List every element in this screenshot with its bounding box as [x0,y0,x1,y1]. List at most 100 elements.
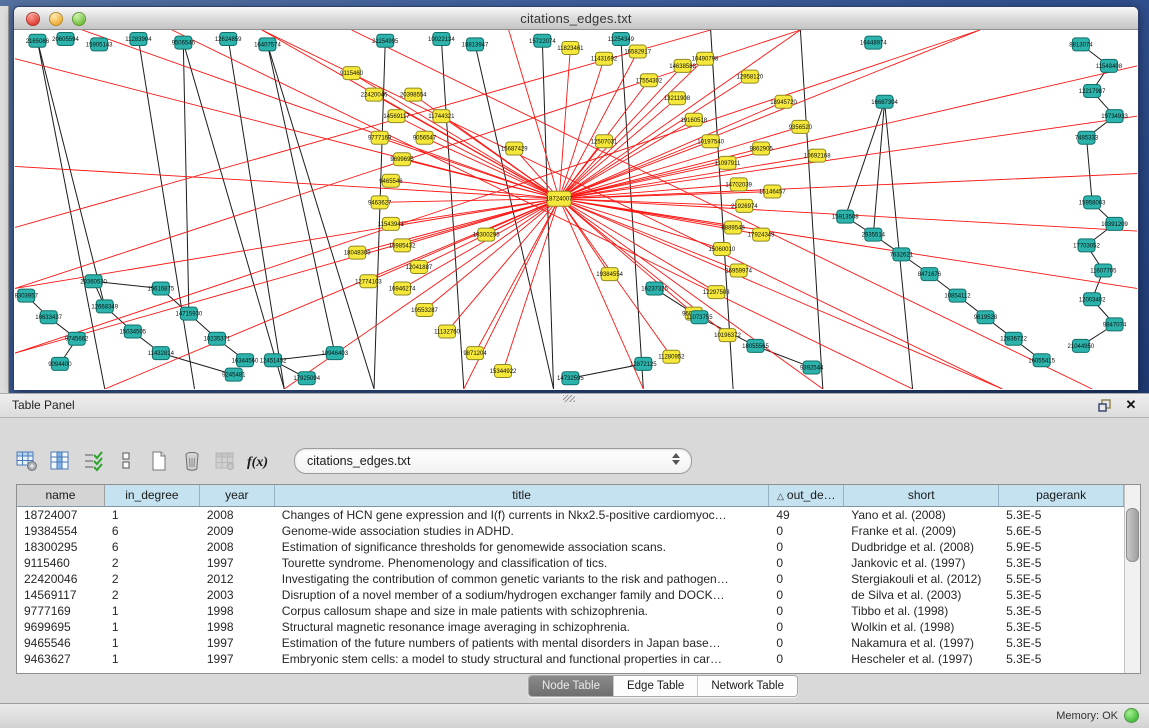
graph-node-label: 16687304 [871,100,898,106]
float-panel-button[interactable] [1097,397,1113,413]
cell: 0 [769,555,844,571]
table-row[interactable]: 946362711997Embryonic stem cells: a mode… [17,651,1124,667]
function-builder-icon: f(x) [245,450,271,472]
panel-splitter-grip[interactable] [563,395,575,402]
graph-node-label: 10692168 [804,154,831,160]
graph-node-label: 21926974 [731,204,758,210]
cell: 5.3E-5 [999,555,1124,571]
vertical-scrollbar[interactable] [1124,485,1140,673]
graph-node-label: 16959974 [725,269,752,275]
column-header-in_degree[interactable]: in_degree [105,485,200,506]
window-title: citations_edges.txt [14,11,1138,26]
column-checklist-icon [82,450,104,472]
column-header-title[interactable]: title [275,485,770,506]
graph-edge [82,30,559,199]
column-checklist-button[interactable] [80,448,106,474]
tab-network-table[interactable]: Network Table [698,676,797,696]
graph-node-label: 19384554 [596,272,623,278]
graph-node-label: 11280952 [658,355,685,361]
graph-edge [559,199,1002,389]
table-row[interactable]: 1456911722003Disruption of a novel membe… [17,587,1124,603]
cell: Wolkin et al. (1998) [844,619,999,635]
graph-node-label: 15905143 [86,42,113,48]
graph-node-label: 11432814 [148,351,175,357]
cell: 0 [769,571,844,587]
column-header-short[interactable]: short [844,485,999,506]
graph-node-label: 11548408 [1096,64,1123,70]
table-row[interactable]: 1830029562008Estimation of significance … [17,539,1124,555]
cell: 2012 [200,571,275,587]
delete-columns-button[interactable] [179,448,205,474]
table-row[interactable]: 1872400712008Changes of HCN gene express… [17,507,1124,523]
table-row[interactable]: 2242004622012Investigating the contribut… [17,571,1124,587]
graph-node-label: 12041887 [406,265,433,271]
cell: 0 [769,539,844,555]
graph-edge [402,199,559,289]
graph-node-label: 15722074 [529,39,556,45]
table-body: 1872400712008Changes of HCN gene express… [17,507,1124,667]
graph-node-label: 12003402 [1079,297,1106,303]
network-table-select[interactable]: citations_edges.txt [294,448,692,474]
cell: Stergiakouli et al. (2012) [844,571,999,587]
table-row[interactable]: 969969511998Structural magnetic resonanc… [17,619,1124,635]
graph-node-label: 9862905 [749,146,773,152]
row-height-button[interactable] [113,448,139,474]
graph-edge [559,77,750,199]
table-mode-button[interactable] [14,448,40,474]
close-panel-button[interactable]: ✕ [1123,397,1139,413]
graph-node-label: 19160518 [680,118,707,124]
graph-node-label: 18048309 [344,251,371,257]
cell: 6 [105,523,200,539]
graph-node-label: 7632621 [890,252,914,258]
cell: Hescheler et al. (1997) [844,651,999,667]
graph-node-label: 9056547 [413,136,437,142]
table-header-row: namein_degreeyeartitle△out_de…shortpager… [17,485,1124,507]
table-row[interactable]: 1938455462009Genome-wide association stu… [17,523,1124,539]
cell: de Silva et al. (2003) [844,587,999,603]
graph-node-label: 18724007 [546,197,573,203]
graph-edge [15,30,980,353]
graph-node-label: 19734933 [1101,114,1128,120]
show-columns-button[interactable] [47,448,73,474]
function-builder-button[interactable]: f(x) [245,448,271,474]
column-header-out_de[interactable]: △out_de… [769,485,844,506]
scrollbar-thumb[interactable] [1126,508,1139,562]
show-columns-icon [49,450,71,472]
cell: Disruption of a novel member of a sodium… [275,587,770,603]
graph-node-label: 12217987 [1079,89,1106,95]
cell: Embryonic stem cells: a model to study s… [275,651,770,667]
graph-edge [262,30,559,199]
graph-node-label: 14715930 [176,312,203,318]
graph-node-label: 16582917 [624,50,651,56]
table-row[interactable]: 977716911998Corpus callosum shape and si… [17,603,1124,619]
graph-node-label: 12836722 [1000,337,1027,343]
graph-node-label: 16055415 [1028,358,1055,364]
graph-node-label: 14702039 [725,182,752,188]
status-bar: Memory: OK [0,703,1149,728]
table-panel-header: Table Panel ✕ [0,394,1149,418]
graph-node-label: 20605594 [52,37,79,43]
graph-node-label: 12507031 [591,139,618,145]
create-column-button[interactable] [146,448,172,474]
tab-edge-table[interactable]: Edge Table [614,676,698,696]
table-panel: Table Panel ✕ [0,393,1149,704]
graph-node-label: 9245481 [222,373,246,379]
table-row[interactable]: 911546021997Tourette syndrome. Phenomeno… [17,555,1124,571]
table-row[interactable]: 946554611997Estimation of the future num… [17,635,1124,651]
graph-node-label: 8889548 [721,225,745,231]
graph-node-label: 17703052 [1073,243,1100,249]
column-header-name[interactable]: name [17,485,105,506]
graph-node-label: 11283904 [125,37,152,43]
network-window-titlebar[interactable]: citations_edges.txt [14,7,1138,30]
graph-edge [559,184,739,198]
import-table-button[interactable] [212,448,238,474]
cell: 2 [105,571,200,587]
column-header-year[interactable]: year [200,485,275,506]
cell: 1997 [200,555,275,571]
graph-node-label: 20360530 [80,279,107,285]
column-header-pagerank[interactable]: pagerank [999,485,1124,506]
cell: 9465546 [17,635,105,651]
network-canvas[interactable]: 1872400791154602242004614569117977716996… [15,30,1137,389]
graph-edge [37,41,104,307]
tab-node-table[interactable]: Node Table [529,676,614,696]
